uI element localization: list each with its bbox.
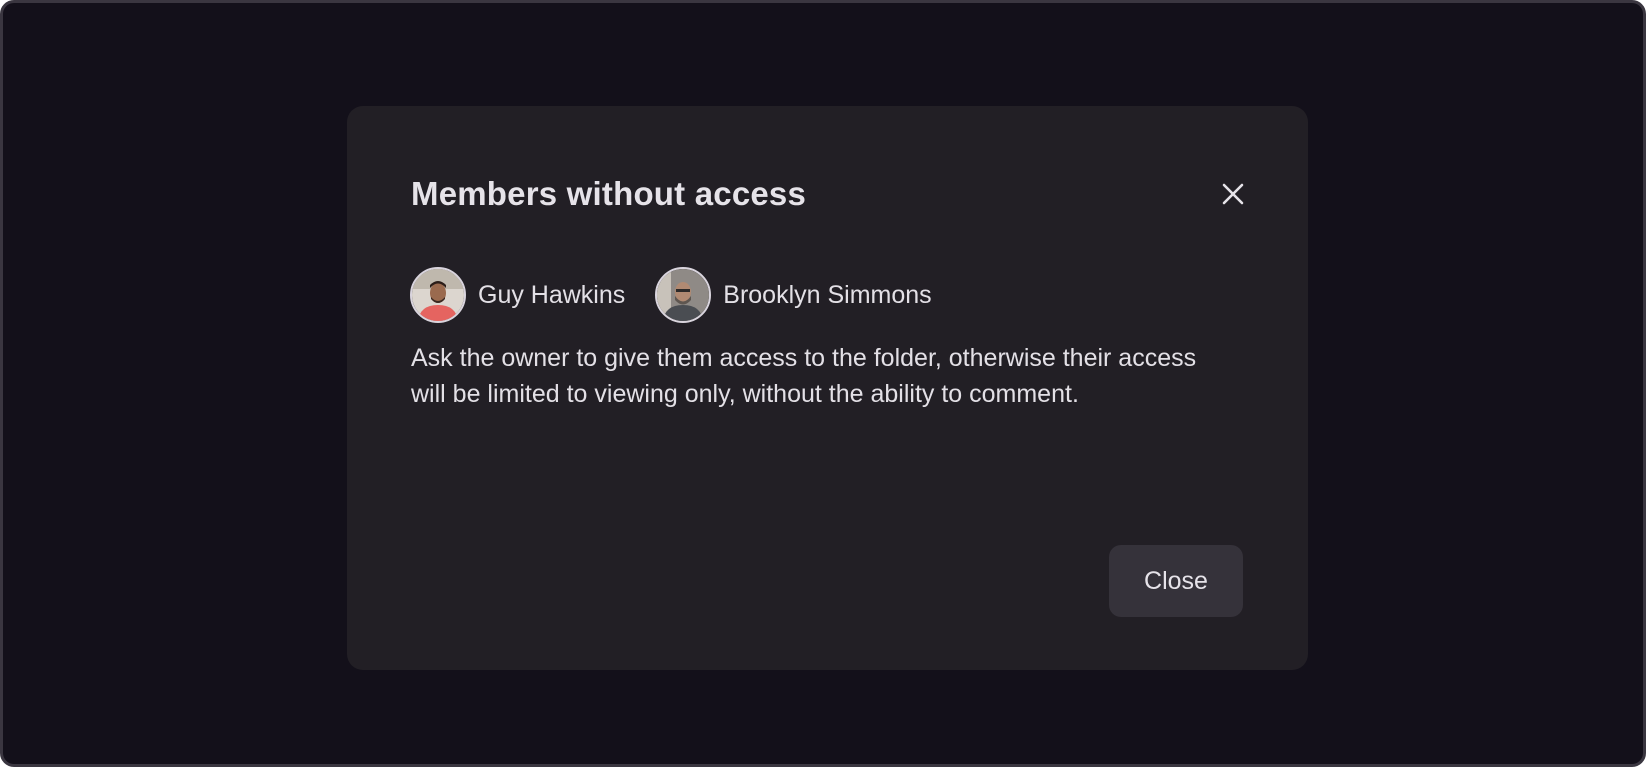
avatar xyxy=(410,267,466,323)
app-frame: Members without access Guy Hawkins Brook… xyxy=(0,0,1646,767)
avatar xyxy=(655,267,712,323)
members-without-access-dialog: Members without access Guy Hawkins Brook… xyxy=(347,106,1308,670)
dialog-title: Members without access xyxy=(411,175,807,212)
close-icon[interactable] xyxy=(1213,174,1253,214)
close-button[interactable]: Close xyxy=(1109,545,1243,617)
member-name: Brooklyn Simmons xyxy=(723,281,932,309)
member-name: Guy Hawkins xyxy=(478,281,626,309)
member-item: Guy Hawkins xyxy=(410,267,625,323)
member-list: Guy Hawkins Brooklyn Simmons xyxy=(410,267,932,323)
dialog-message: Ask the owner to give them access to the… xyxy=(411,344,1197,408)
member-item: Brooklyn Simmons xyxy=(655,267,932,323)
